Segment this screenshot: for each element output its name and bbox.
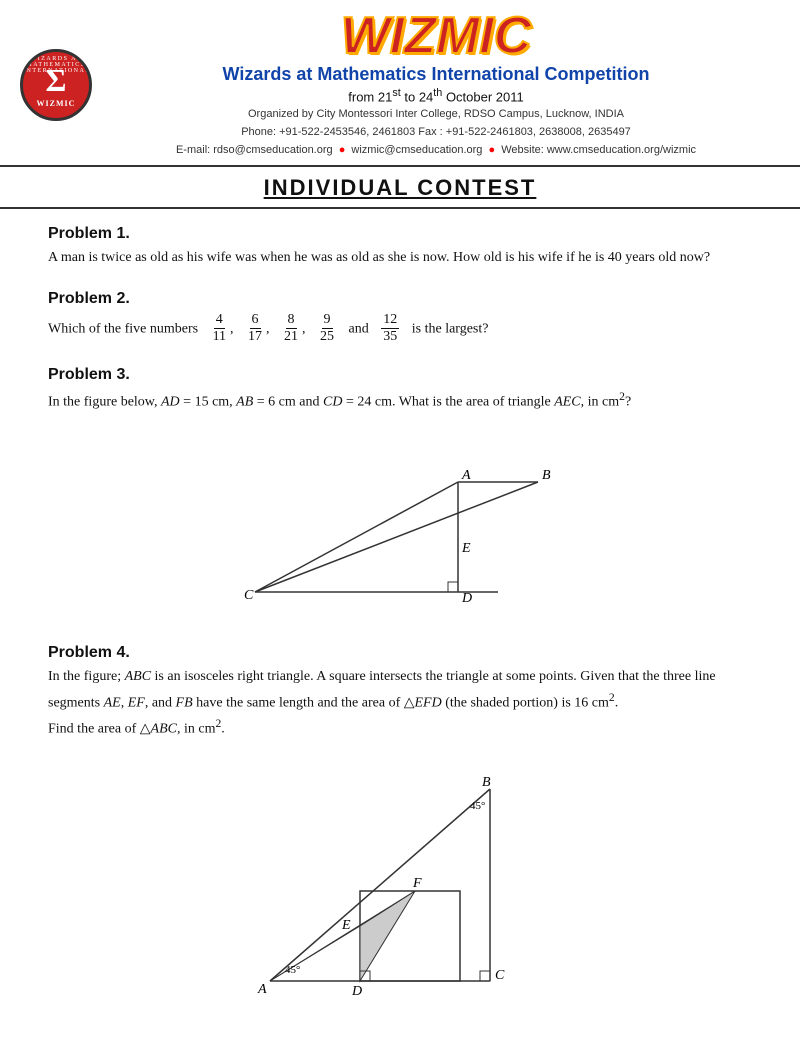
problem-1-block: Problem 1. A man is twice as old as his … — [48, 225, 752, 269]
problem-3-title: Problem 3. — [48, 366, 752, 384]
header-center: WIZMIC Wizards at Mathematics Internatio… — [92, 10, 780, 159]
date-line: from 21st to 24th October 2011 — [102, 87, 770, 104]
main-content: Problem 1. A man is twice as old as his … — [0, 209, 800, 1047]
figure-3: A B C D E — [48, 424, 752, 624]
problem-1-text: A man is twice as old as his wife was wh… — [48, 247, 752, 269]
contest-banner: INDIVIDUAL CONTEST — [0, 167, 800, 209]
org-line2: Phone: +91-522-2453546, 2461803 Fax : +9… — [102, 124, 770, 142]
figure-4-svg: B C A D E F 45° 45° — [230, 751, 570, 1011]
frac-denominator: 17 — [246, 329, 264, 346]
label-E: E — [461, 541, 471, 556]
label-E4: E — [341, 918, 351, 933]
frac-numerator: 9 — [322, 312, 333, 330]
problem-2-intro: Which of the five numbers — [48, 321, 198, 336]
problem-2-outro: is the largest? — [412, 321, 489, 336]
frac-numerator: 4 — [214, 312, 225, 330]
contest-title: INDIVIDUAL CONTEST — [264, 175, 537, 200]
org-info: Organized by City Montessori Inter Colle… — [102, 106, 770, 159]
label-F4: F — [412, 876, 422, 891]
problem-3-text: In the figure below, AD = 15 cm, AB = 6 … — [48, 388, 752, 414]
angle-A4: 45° — [285, 964, 300, 976]
problem-3-block: Problem 3. In the figure below, AD = 15 … — [48, 366, 752, 624]
frac-12-35: 12 35 — [381, 312, 399, 347]
frac-4-11: 4 11 — [211, 312, 228, 347]
problem-4-text: In the figure; ABC is an isosceles right… — [48, 666, 752, 740]
label-A: A — [461, 468, 471, 483]
org-line3: E-mail: rdso@cmseducation.org ● wizmic@c… — [102, 142, 770, 160]
problem-2-text: Which of the five numbers 4 11 , 6 17 , … — [48, 312, 752, 347]
problem-1-title: Problem 1. — [48, 225, 752, 243]
dot2: ● — [488, 144, 495, 156]
label-C4: C — [495, 968, 505, 983]
logo-arc-text: WIZARDS AT MATHEMATICS INTERNATIONAL — [23, 56, 89, 74]
header: WIZARDS AT MATHEMATICS INTERNATIONAL Σ W… — [0, 0, 800, 167]
subtitle: Wizards at Mathematics International Com… — [102, 64, 770, 85]
frac-numerator: 8 — [286, 312, 297, 330]
figure-3-svg: A B C D E — [230, 424, 570, 624]
website: Website: www.cmseducation.org/wizmic — [501, 144, 696, 156]
dot1: ● — [339, 144, 346, 156]
frac-denominator: 21 — [282, 329, 300, 346]
angle-B4: 45° — [470, 800, 485, 812]
frac-numerator: 6 — [250, 312, 261, 330]
problem-2-title: Problem 2. — [48, 290, 752, 308]
frac-6-17: 6 17 — [246, 312, 264, 347]
email2: wizmic@cmseducation.org — [351, 144, 482, 156]
frac-denominator: 35 — [381, 329, 399, 346]
problem-2-block: Problem 2. Which of the five numbers 4 1… — [48, 290, 752, 347]
label-C: C — [244, 588, 254, 603]
label-D4: D — [351, 984, 362, 999]
label-B4: B — [482, 775, 491, 790]
frac-numerator: 12 — [381, 312, 399, 330]
label-A4: A — [257, 982, 267, 997]
problem-4-block: Problem 4. In the figure; ABC is an isos… — [48, 644, 752, 1010]
main-title: WIZMIC — [102, 10, 770, 62]
figure-4: B C A D E F 45° 45° — [48, 751, 752, 1011]
frac-9-25: 9 25 — [318, 312, 336, 347]
logo: WIZARDS AT MATHEMATICS INTERNATIONAL Σ W… — [20, 49, 92, 121]
label-B: B — [542, 468, 551, 483]
email1: rdso@cmseducation.org — [213, 144, 332, 156]
org-line1: Organized by City Montessori Inter Colle… — [102, 106, 770, 124]
frac-8-21: 8 21 — [282, 312, 300, 347]
label-D: D — [461, 591, 472, 606]
logo-wizmic-text: WIZMIC — [37, 99, 76, 108]
problem-4-title: Problem 4. — [48, 644, 752, 662]
frac-denominator: 25 — [318, 329, 336, 346]
frac-denominator: 11 — [211, 329, 228, 346]
